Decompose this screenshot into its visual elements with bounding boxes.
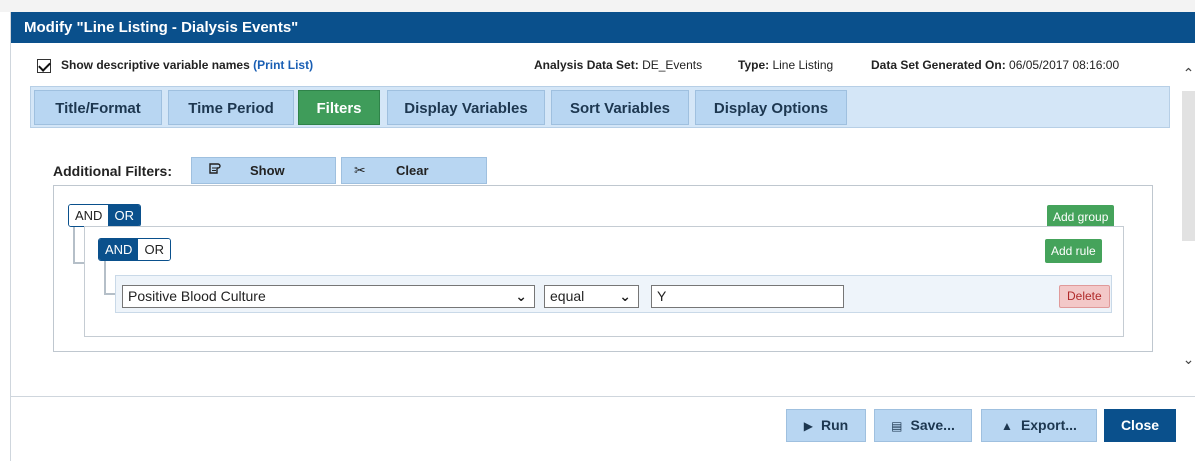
type-label: Type: (738, 58, 770, 72)
inner-group-conjunction: AND OR (98, 238, 171, 261)
export-button-label: Export... (1020, 417, 1077, 433)
filter-builder: AND OR Add group AND OR Add rule Positiv… (53, 185, 1153, 352)
vertical-scrollbar[interactable]: ⌃ ⌄ (1181, 59, 1195, 395)
scroll-down-icon[interactable]: ⌄ (1181, 351, 1195, 368)
inner-or-toggle[interactable]: OR (138, 239, 170, 260)
show-names-text: Show descriptive variable names (61, 58, 250, 72)
rule-value-text: Y (657, 288, 667, 304)
operator-select[interactable]: equal ⌄ (544, 285, 639, 308)
clear-button[interactable]: ✂ Clear (341, 157, 487, 184)
close-button[interactable]: Close (1104, 409, 1176, 442)
save-button[interactable]: ▤ Save... (874, 409, 972, 442)
analysis-dataset: Analysis Data Set: DE_Events (534, 58, 702, 72)
tab-display-variables[interactable]: Display Variables (387, 90, 545, 125)
show-descriptive-names-checkbox[interactable] (37, 59, 51, 73)
tab-sort-variables[interactable]: Sort Variables (551, 90, 689, 125)
export-icon: ▲ (1001, 419, 1013, 433)
rule-row: Positive Blood Culture ⌄ equal ⌄ Y Delet… (115, 275, 1112, 313)
outer-group-conjunction: AND OR (68, 204, 141, 227)
inner-and-toggle[interactable]: AND (99, 239, 139, 260)
dialog-content: Title/Format Time Period Filters Display… (11, 79, 1179, 395)
rule-connector (104, 261, 115, 295)
background-window-strip (0, 0, 1195, 12)
chevron-down-icon: ⌄ (515, 288, 527, 304)
dialog-title: Modify "Line Listing - Dialysis Events" (11, 12, 1195, 43)
save-button-label: Save... (910, 417, 955, 433)
tab-filters[interactable]: Filters (298, 90, 380, 125)
tab-bar: Title/Format Time Period Filters Display… (30, 86, 1170, 128)
type-value: Line Listing (772, 58, 834, 72)
save-icon: ▤ (891, 419, 903, 433)
group-connector (73, 227, 84, 264)
modify-dialog: Modify "Line Listing - Dialysis Events" … (10, 12, 1195, 461)
show-button-label: Show (250, 163, 285, 178)
run-button[interactable]: ▶ Run (786, 409, 866, 442)
generated-info: Data Set Generated On: 06/05/2017 08:16:… (871, 58, 1119, 72)
scissors-icon: ✂ (354, 162, 366, 178)
play-icon: ▶ (803, 419, 813, 433)
run-button-label: Run (821, 417, 849, 433)
outer-or-toggle[interactable]: OR (108, 205, 140, 226)
dataset-label: Analysis Data Set: (534, 58, 639, 72)
close-button-label: Close (1120, 417, 1160, 433)
field-select[interactable]: Positive Blood Culture ⌄ (122, 285, 535, 308)
scrollbar-thumb[interactable] (1182, 91, 1195, 241)
additional-filters-label: Additional Filters: (53, 163, 172, 179)
add-rule-button[interactable]: Add rule (1045, 239, 1102, 263)
show-button[interactable]: Show (191, 157, 336, 184)
tab-display-options[interactable]: Display Options (695, 90, 847, 125)
tab-title-format[interactable]: Title/Format (34, 90, 162, 125)
inner-group: AND OR Add rule Positive Blood Culture ⌄… (84, 226, 1124, 337)
show-descriptive-names-label: Show descriptive variable names (Print L… (61, 58, 313, 72)
export-button[interactable]: ▲ Export... (981, 409, 1097, 442)
chevron-down-icon: ⌄ (619, 288, 631, 304)
scroll-icon (208, 158, 221, 183)
type-info: Type: Line Listing (738, 58, 833, 72)
scroll-up-icon[interactable]: ⌃ (1181, 65, 1195, 82)
outer-and-toggle[interactable]: AND (69, 205, 109, 226)
print-list-link[interactable]: (Print List) (253, 58, 313, 72)
background-window-text (130, 0, 133, 7)
generated-value: 06/05/2017 08:16:00 (1009, 58, 1120, 72)
delete-rule-button[interactable]: Delete (1059, 285, 1110, 308)
tab-time-period[interactable]: Time Period (168, 90, 294, 125)
rule-value-input[interactable]: Y (651, 285, 844, 308)
dataset-value: DE_Events (642, 58, 703, 72)
clear-button-label: Clear (396, 163, 429, 178)
footer-divider (11, 396, 1195, 397)
field-select-value: Positive Blood Culture (128, 288, 266, 304)
generated-label: Data Set Generated On: (871, 58, 1006, 72)
operator-select-value: equal (550, 288, 585, 304)
info-bar: Show descriptive variable names (Print L… (11, 43, 1195, 79)
